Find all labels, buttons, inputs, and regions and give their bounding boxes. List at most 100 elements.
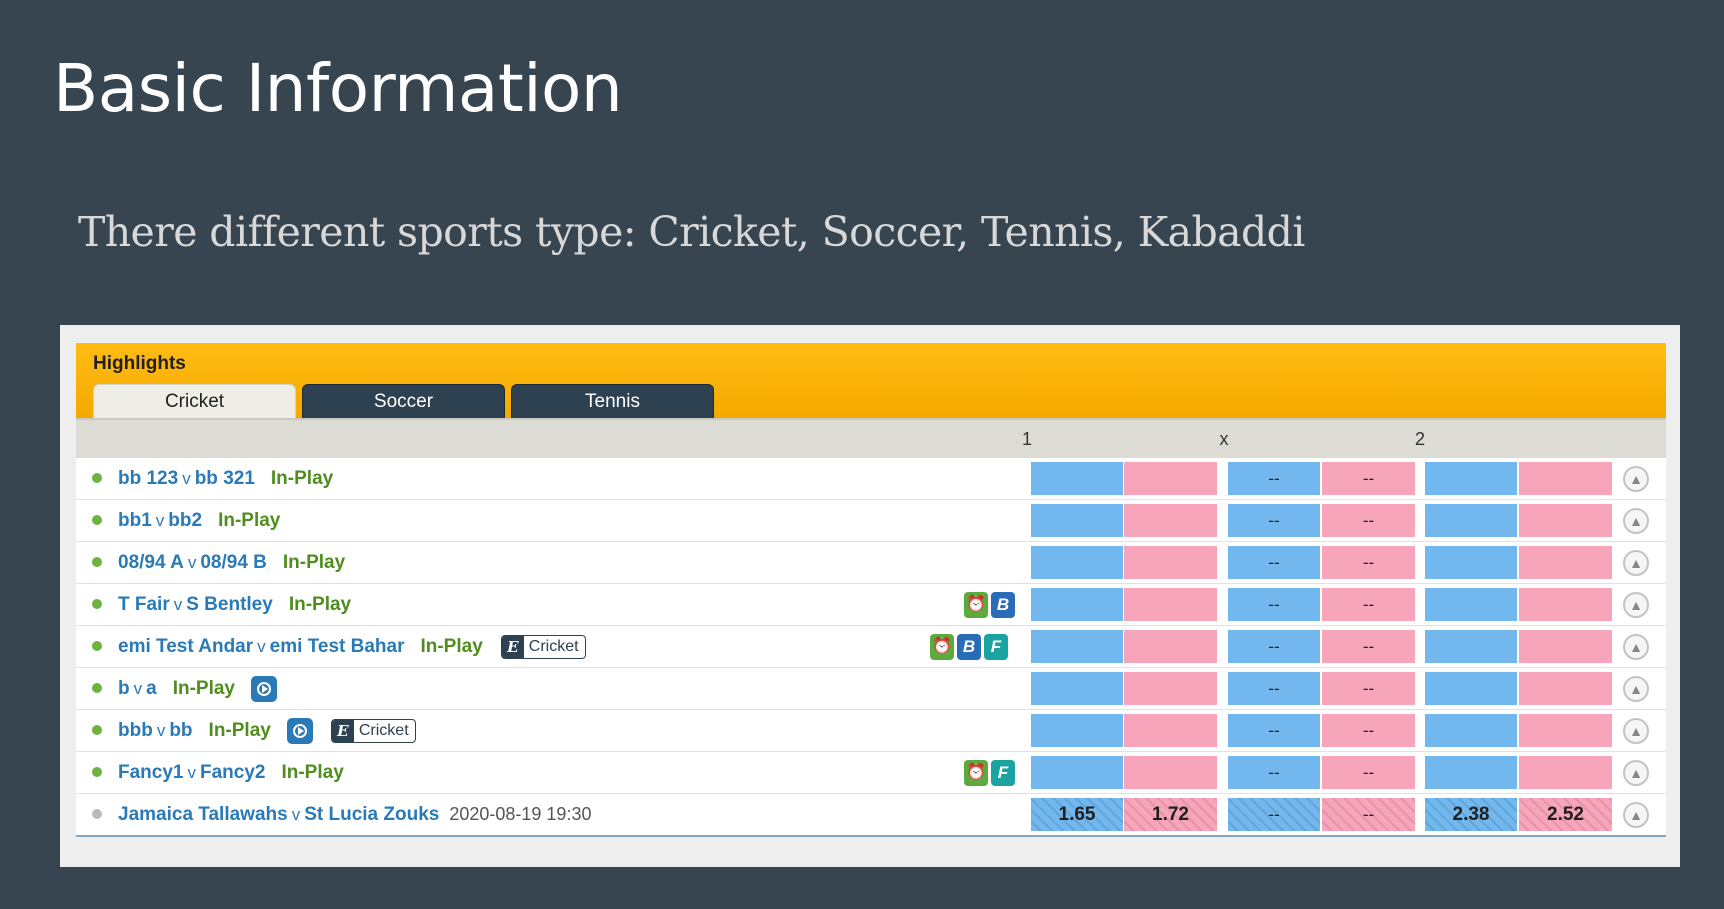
lay-odds-cell[interactable] xyxy=(1519,588,1612,621)
tab-cricket[interactable]: Cricket xyxy=(93,384,296,418)
away-team[interactable]: bb2 xyxy=(168,500,202,541)
event-teams[interactable]: bb 123 v bb 321 In-Play xyxy=(118,458,333,499)
back-odds-cell[interactable] xyxy=(1425,588,1517,621)
home-team[interactable]: 08/94 A xyxy=(118,542,184,583)
lay-odds-cell[interactable] xyxy=(1124,504,1217,537)
lay-odds-cell[interactable]: -- xyxy=(1322,504,1415,537)
lay-odds-cell[interactable] xyxy=(1519,630,1612,663)
pin-icon[interactable]: ▲ xyxy=(1623,466,1649,492)
back-odds-cell[interactable] xyxy=(1031,546,1123,579)
lay-odds-cell[interactable] xyxy=(1519,756,1612,789)
back-odds-cell[interactable] xyxy=(1031,504,1123,537)
away-team[interactable]: a xyxy=(146,668,157,709)
event-row[interactable]: bbb v bb In-Play E Cricket -- -- ▲ xyxy=(76,710,1666,752)
event-row[interactable]: bb 123 v bb 321 In-Play -- -- ▲ xyxy=(76,458,1666,500)
lay-odds-cell[interactable] xyxy=(1519,672,1612,705)
live-stream-icon[interactable] xyxy=(286,717,313,744)
away-team[interactable]: bb 321 xyxy=(195,458,255,499)
lay-odds-cell[interactable]: -- xyxy=(1322,714,1415,747)
back-odds-cell[interactable]: -- xyxy=(1228,546,1320,579)
away-team[interactable]: emi Test Bahar xyxy=(270,626,405,667)
back-odds-cell[interactable]: -- xyxy=(1228,504,1320,537)
lay-odds-cell[interactable]: 2.52 xyxy=(1519,798,1612,831)
lay-odds-cell[interactable]: -- xyxy=(1322,546,1415,579)
back-odds-cell[interactable] xyxy=(1425,630,1517,663)
lay-odds-cell[interactable]: -- xyxy=(1322,798,1415,831)
back-odds-cell[interactable]: -- xyxy=(1228,672,1320,705)
event-teams[interactable]: b v a In-Play xyxy=(118,668,277,709)
event-row[interactable]: Fancy1 v Fancy2 In-Play ⏰ F -- -- ▲ xyxy=(76,752,1666,794)
lay-odds-cell[interactable] xyxy=(1519,504,1612,537)
pin-icon[interactable]: ▲ xyxy=(1623,802,1649,828)
lay-odds-cell[interactable]: -- xyxy=(1322,630,1415,663)
home-team[interactable]: emi Test Andar xyxy=(118,626,253,667)
event-teams[interactable]: T Fair v S Bentley In-Play xyxy=(118,584,351,625)
event-row[interactable]: Jamaica Tallawahs v St Lucia Zouks 2020-08-… xyxy=(76,794,1666,837)
away-team[interactable]: bb xyxy=(169,710,192,751)
away-team[interactable]: St Lucia Zouks xyxy=(304,794,439,835)
lay-odds-cell[interactable] xyxy=(1124,630,1217,663)
event-teams[interactable]: Fancy1 v Fancy2 In-Play xyxy=(118,752,344,793)
lay-odds-cell[interactable] xyxy=(1124,672,1217,705)
pin-icon[interactable]: ▲ xyxy=(1623,550,1649,576)
pin-icon[interactable]: ▲ xyxy=(1623,676,1649,702)
back-odds-cell[interactable]: -- xyxy=(1228,588,1320,621)
away-team[interactable]: 08/94 B xyxy=(200,542,267,583)
lay-odds-cell[interactable] xyxy=(1519,546,1612,579)
lay-odds-cell[interactable]: 1.72 xyxy=(1124,798,1217,831)
event-row[interactable]: bb1 v bb2 In-Play -- -- ▲ xyxy=(76,500,1666,542)
event-teams[interactable]: 08/94 Av 08/94 B In-Play xyxy=(118,542,345,583)
back-odds-cell[interactable]: -- xyxy=(1228,630,1320,663)
pin-icon[interactable]: ▲ xyxy=(1623,508,1649,534)
lay-odds-cell[interactable] xyxy=(1519,714,1612,747)
home-team[interactable]: b xyxy=(118,668,130,709)
back-odds-cell[interactable]: -- xyxy=(1228,462,1320,495)
back-odds-cell[interactable]: 1.65 xyxy=(1031,798,1123,831)
lay-odds-cell[interactable]: -- xyxy=(1322,672,1415,705)
lay-odds-cell[interactable] xyxy=(1124,714,1217,747)
back-odds-cell[interactable] xyxy=(1425,756,1517,789)
lay-odds-cell[interactable] xyxy=(1519,462,1612,495)
back-odds-cell[interactable]: -- xyxy=(1228,714,1320,747)
event-teams[interactable]: bb1 v bb2 In-Play xyxy=(118,500,280,541)
back-odds-cell[interactable] xyxy=(1425,462,1517,495)
pin-icon[interactable]: ▲ xyxy=(1623,634,1649,660)
pin-icon[interactable]: ▲ xyxy=(1623,592,1649,618)
away-team[interactable]: S Bentley xyxy=(186,584,273,625)
tab-tennis[interactable]: Tennis xyxy=(511,384,714,418)
back-odds-cell[interactable] xyxy=(1031,756,1123,789)
back-odds-cell[interactable]: 2.38 xyxy=(1425,798,1517,831)
home-team[interactable]: Jamaica Tallawahs xyxy=(118,794,288,835)
back-odds-cell[interactable] xyxy=(1425,504,1517,537)
event-row[interactable]: emi Test Andar v emi Test Bahar In-Play E Cri… xyxy=(76,626,1666,668)
event-teams[interactable]: Jamaica Tallawahs v St Lucia Zouks 2020-08-… xyxy=(118,794,591,835)
event-teams[interactable]: bbb v bb In-Play E Cricket xyxy=(118,710,416,751)
back-odds-cell[interactable] xyxy=(1031,714,1123,747)
live-stream-icon[interactable] xyxy=(251,675,277,702)
back-odds-cell[interactable] xyxy=(1425,546,1517,579)
pin-icon[interactable]: ▲ xyxy=(1623,760,1649,786)
lay-odds-cell[interactable] xyxy=(1124,588,1217,621)
back-odds-cell[interactable]: -- xyxy=(1228,756,1320,789)
back-odds-cell[interactable]: -- xyxy=(1228,798,1320,831)
back-odds-cell[interactable] xyxy=(1425,714,1517,747)
home-team[interactable]: T Fair xyxy=(118,584,170,625)
tab-soccer[interactable]: Soccer xyxy=(302,384,505,418)
away-team[interactable]: Fancy2 xyxy=(200,752,265,793)
event-teams[interactable]: emi Test Andar v emi Test Bahar In-Play E Cri… xyxy=(118,626,586,667)
lay-odds-cell[interactable] xyxy=(1124,462,1217,495)
back-odds-cell[interactable] xyxy=(1031,588,1123,621)
lay-odds-cell[interactable]: -- xyxy=(1322,462,1415,495)
back-odds-cell[interactable] xyxy=(1031,462,1123,495)
pin-icon[interactable]: ▲ xyxy=(1623,718,1649,744)
home-team[interactable]: bb 123 xyxy=(118,458,178,499)
event-row[interactable]: 08/94 Av 08/94 B In-Play -- -- ▲ xyxy=(76,542,1666,584)
lay-odds-cell[interactable] xyxy=(1124,756,1217,789)
lay-odds-cell[interactable] xyxy=(1124,546,1217,579)
back-odds-cell[interactable] xyxy=(1425,672,1517,705)
home-team[interactable]: bb1 xyxy=(118,500,152,541)
lay-odds-cell[interactable]: -- xyxy=(1322,756,1415,789)
event-row[interactable]: T Fair v S Bentley In-Play ⏰ B -- -- ▲ xyxy=(76,584,1666,626)
home-team[interactable]: Fancy1 xyxy=(118,752,183,793)
event-row[interactable]: b v a In-Play -- -- ▲ xyxy=(76,668,1666,710)
